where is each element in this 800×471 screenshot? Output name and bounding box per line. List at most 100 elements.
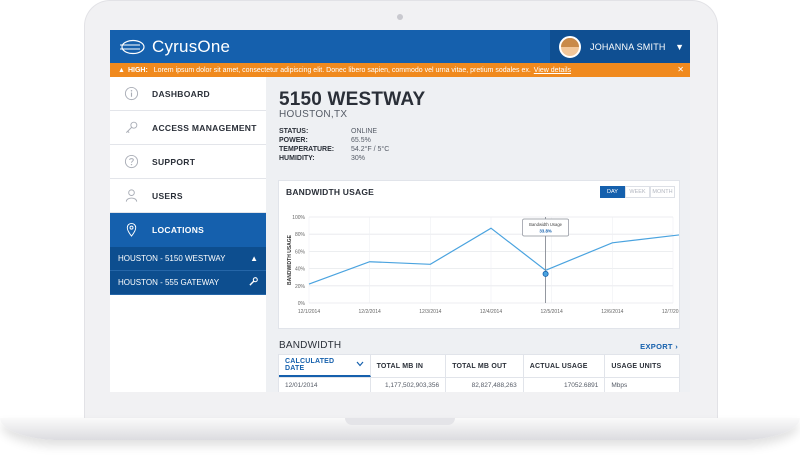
user-name: JOHANNA SMITH: [590, 41, 666, 52]
y-axis-label: BANDWIDTH USAGE: [287, 234, 293, 285]
top-bar: CyrusOne JOHANNA SMITH ▼: [110, 30, 690, 63]
brand-logo[interactable]: CyrusOne: [120, 36, 230, 58]
caret-down-icon: ▼: [675, 41, 684, 52]
brand-name: CyrusOne: [152, 37, 231, 56]
sidebar-item-label: SUPPORT: [152, 156, 196, 167]
x-tick-label: 12/7/2014: [662, 309, 679, 315]
x-tick-label: 12/3/2014: [419, 309, 441, 315]
close-icon[interactable]: ✕: [677, 65, 684, 74]
sidebar-item-label: USERS: [152, 190, 183, 201]
table-header: CALCULATED DATE TOTAL MB IN TOTAL MB OUT…: [279, 355, 679, 377]
card-title: BANDWIDTH USAGE: [286, 187, 374, 197]
sidebar-item-dashboard[interactable]: DASHBOARD: [110, 77, 266, 111]
range-week-button[interactable]: WEEK: [625, 186, 650, 198]
cell-actual-usage: 17052.6891: [523, 377, 606, 392]
sidebar-item-support[interactable]: SUPPORT: [110, 145, 266, 179]
stat-key: HUMIDITY:: [279, 155, 315, 162]
wrench-icon: [249, 277, 258, 288]
series-line: [308, 227, 679, 285]
alert-view-details-link[interactable]: View details: [534, 67, 571, 74]
range-selector: DAY WEEK MONTH: [600, 186, 675, 198]
y-tick-label: 60%: [295, 249, 306, 255]
y-tick-label: 20%: [295, 284, 306, 290]
stat-row-temperature: TEMPERATURE: 54.2°F / 5°C: [279, 145, 389, 154]
export-label: EXPORT: [640, 342, 673, 351]
sidebar-item-label: ACCESS MANAGEMENT: [152, 122, 257, 133]
help-icon: [110, 154, 152, 169]
stat-row-status: STATUS: ONLINE: [279, 127, 389, 136]
stat-value: ONLINE: [351, 128, 378, 135]
sidebar-location-5150-westway[interactable]: HOUSTON - 5150 WESTWAY ▲: [110, 247, 266, 271]
main-content: 5150 WESTWAY HOUSTON,TX STATUS: ONLINE P…: [278, 77, 682, 392]
column-calculated-date[interactable]: CALCULATED DATE: [279, 355, 371, 377]
stat-row-power: POWER: 65.5%: [279, 136, 389, 145]
warning-icon: ▲: [118, 66, 125, 74]
info-icon: [110, 86, 152, 101]
stat-key: STATUS:: [279, 128, 309, 135]
sidebar-location-555-gateway[interactable]: HOUSTON - 555 GATEWAY: [110, 271, 266, 295]
sidebar-item-access-management[interactable]: ACCESS MANAGEMENT: [110, 111, 266, 145]
sidebar-item-label: DASHBOARD: [152, 88, 210, 99]
cell-mb-in: 1,177,502,903,356: [370, 377, 447, 392]
x-tick-label: 12/6/2014: [601, 309, 623, 315]
chevron-right-icon: ›: [675, 342, 678, 351]
site-city: HOUSTON,TX: [279, 109, 348, 120]
column-usage-units[interactable]: USAGE UNITS: [605, 355, 679, 377]
tooltip-label: Bandwidth Usage: [529, 222, 562, 227]
page-title: 5150 WESTWAY: [279, 89, 426, 110]
laptop-notch: [345, 418, 455, 425]
key-icon: [110, 120, 152, 135]
alert-message: Lorem ipsum dolor sit amet, consectetur …: [153, 66, 531, 74]
alert-level: HIGH:: [127, 66, 148, 74]
column-label: CALCULATED DATE: [285, 358, 335, 372]
laptop-frame: CyrusOne JOHANNA SMITH ▼ ▲ HIGH: Lorem i…: [0, 0, 800, 471]
x-tick-label: 12/2/2014: [359, 309, 381, 315]
bandwidth-line-chart[interactable]: 100% 80% 60% 40% 20% 0% 12/1/2014 12/2/2014 12/3…: [285, 209, 679, 327]
y-tick-label: 80%: [295, 232, 306, 238]
stat-row-humidity: HUMIDITY: 30%: [279, 154, 389, 163]
sidebar-item-label: LOCATIONS: [152, 224, 205, 235]
user-icon: [110, 188, 152, 203]
cell-mb-out: 82,827,488,263: [446, 377, 524, 392]
column-actual-usage[interactable]: ACTUAL USAGE: [524, 355, 606, 377]
y-tick-label: 100%: [292, 215, 305, 221]
alert-banner: ▲ HIGH: Lorem ipsum dolor sit amet, cons…: [110, 63, 690, 77]
cell-usage-units: Mbps: [605, 377, 679, 392]
bandwidth-section-title: BANDWIDTH: [279, 340, 342, 351]
avatar: [559, 35, 581, 58]
stat-key: TEMPERATURE:: [279, 146, 335, 153]
bandwidth-table: CALCULATED DATE TOTAL MB IN TOTAL MB OUT…: [278, 354, 680, 392]
x-tick-label: 12/4/2014: [480, 309, 502, 315]
column-total-mb-out[interactable]: TOTAL MB OUT: [446, 355, 524, 377]
y-tick-label: 40%: [295, 267, 306, 273]
cyrusone-logo-icon: [120, 39, 145, 55]
chevron-down-icon: [356, 361, 364, 369]
x-tick-label: 12/1/2014: [298, 309, 320, 315]
app-screen: CyrusOne JOHANNA SMITH ▼ ▲ HIGH: Lorem i…: [110, 30, 690, 392]
range-month-button[interactable]: MONTH: [650, 186, 675, 198]
user-menu[interactable]: JOHANNA SMITH ▼: [550, 30, 690, 63]
range-day-button[interactable]: DAY: [600, 186, 625, 198]
table-row[interactable]: 12/01/2014 1,177,502,903,356 82,827,488,…: [279, 377, 679, 392]
export-button[interactable]: EXPORT ›: [640, 342, 678, 351]
warning-icon: ▲: [250, 254, 258, 263]
sidebar-item-locations[interactable]: LOCATIONS: [110, 213, 266, 247]
stat-value: 54.2°F / 5°C: [351, 146, 390, 153]
camera-dot: [397, 14, 403, 20]
location-label: HOUSTON - 5150 WESTWAY: [118, 254, 226, 263]
stat-value: 30%: [351, 155, 366, 162]
highlight-point: [542, 270, 549, 277]
column-total-mb-in[interactable]: TOTAL MB IN: [371, 355, 447, 377]
y-tick-label: 0%: [298, 301, 306, 307]
cell-date: 12/01/2014: [279, 377, 371, 392]
location-pin-icon: [110, 222, 152, 237]
x-tick-label: 12/5/2014: [541, 309, 563, 315]
sidebar-item-users[interactable]: USERS: [110, 179, 266, 213]
tooltip-value: 33.8%: [539, 229, 552, 234]
stat-value: 65.5%: [351, 137, 371, 144]
sidebar: DASHBOARD ACCESS MANAGEMENT SUPPORT USER…: [110, 77, 266, 392]
stat-key: POWER:: [279, 137, 308, 144]
site-stats: STATUS: ONLINE POWER: 65.5% TEMPERATURE:…: [279, 127, 389, 163]
bandwidth-usage-card: BANDWIDTH USAGE DAY WEEK MONTH 100% 80% 60…: [278, 180, 680, 329]
location-label: HOUSTON - 555 GATEWAY: [118, 278, 220, 287]
